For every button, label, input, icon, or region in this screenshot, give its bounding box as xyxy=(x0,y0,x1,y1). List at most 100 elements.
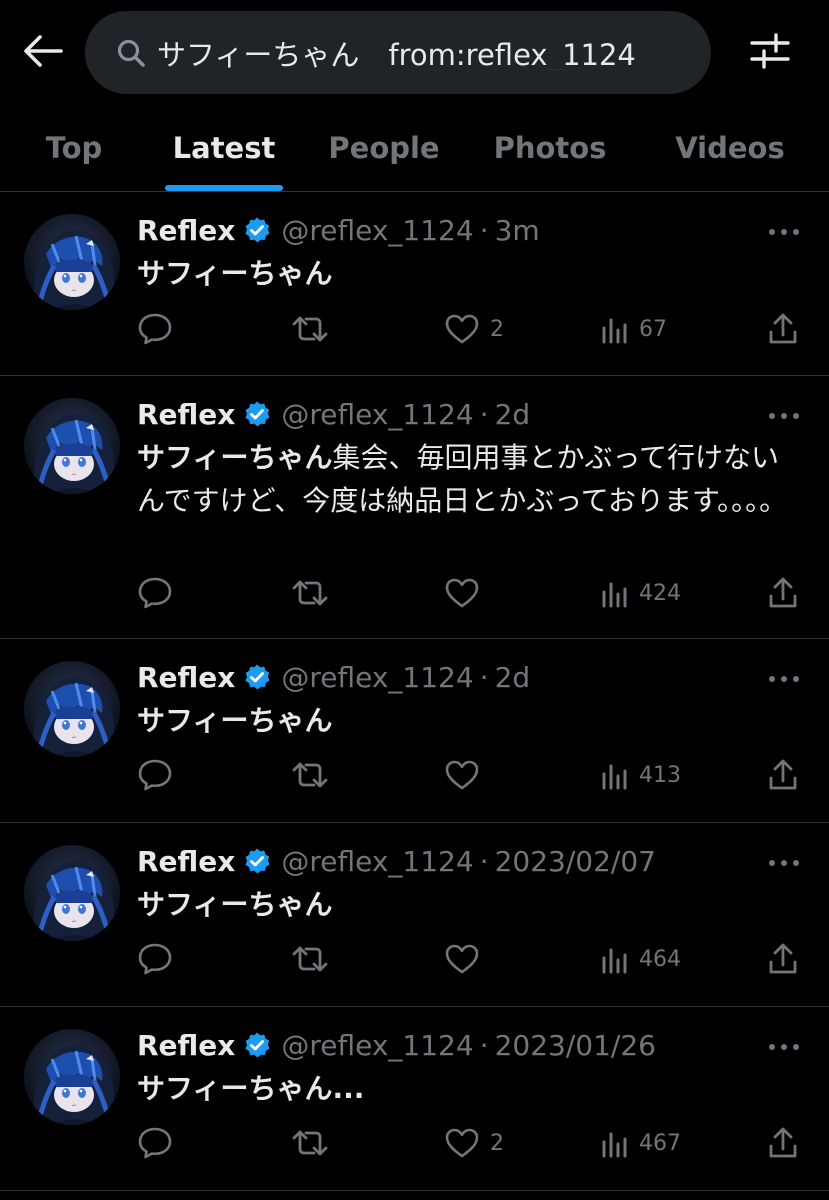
tweet[interactable]: Reflex @reflex_1124 · 2d サフィーちゃん 413 xyxy=(0,639,829,823)
like-button[interactable]: 2 xyxy=(444,309,504,349)
tab-latest[interactable]: Latest xyxy=(160,104,288,191)
tweet-text: サフィーちゃん集会、毎回用事とかぶって行けないんですけど、今度は納品日とかぶって… xyxy=(137,436,807,522)
reply-button[interactable] xyxy=(137,1123,173,1163)
tab-people[interactable]: People xyxy=(322,104,446,191)
back-button[interactable] xyxy=(20,30,66,76)
tab-videos[interactable]: Videos xyxy=(668,104,792,191)
like-button[interactable]: 2 xyxy=(444,1123,504,1163)
avatar[interactable] xyxy=(24,845,120,941)
avatar[interactable] xyxy=(24,661,120,757)
author-name[interactable]: Reflex xyxy=(137,661,235,694)
tab-top[interactable]: Top xyxy=(24,104,124,191)
reply-button[interactable] xyxy=(137,309,173,349)
views-button[interactable]: 467 xyxy=(601,1123,681,1163)
retweet-button[interactable] xyxy=(290,573,330,613)
separator-dot: · xyxy=(479,213,489,247)
more-icon xyxy=(768,668,800,687)
verified-badge-icon xyxy=(243,847,271,875)
separator-dot: · xyxy=(479,397,489,431)
avatar[interactable] xyxy=(24,1029,120,1125)
author-name[interactable]: Reflex xyxy=(137,214,235,247)
retweet-button[interactable] xyxy=(290,939,330,979)
views-button[interactable]: 67 xyxy=(601,309,667,349)
heart-icon xyxy=(444,943,480,975)
like-button[interactable] xyxy=(444,755,490,795)
reply-icon xyxy=(137,758,173,792)
tweet[interactable]: Reflex @reflex_1124 · 2023/01/26 サフィーちゃん… xyxy=(0,1007,829,1191)
tweet-actions: 424 xyxy=(137,573,807,613)
tweet[interactable]: Reflex @reflex_1124 · 2023/02/07 サフィーちゃん… xyxy=(0,823,829,1007)
more-button[interactable] xyxy=(767,400,801,428)
avatar[interactable] xyxy=(24,214,120,310)
retweet-button[interactable] xyxy=(290,755,330,795)
more-button[interactable] xyxy=(767,1031,801,1059)
share-icon xyxy=(767,312,799,346)
tab-label: Videos xyxy=(675,130,785,165)
tweet-header: Reflex @reflex_1124 · 2023/02/07 xyxy=(137,841,656,881)
tweet-text: サフィーちゃん xyxy=(137,699,807,742)
author-handle[interactable]: @reflex_1124 xyxy=(281,661,473,694)
heart-icon xyxy=(444,577,480,609)
search-bar[interactable] xyxy=(85,11,711,94)
reply-icon xyxy=(137,576,173,610)
author-name[interactable]: Reflex xyxy=(137,1029,235,1062)
search-filter-button[interactable] xyxy=(746,30,794,76)
view-count: 67 xyxy=(639,316,667,342)
tweet[interactable]: Reflex @reflex_1124 · 2d サフィーちゃん集会、毎回用事と… xyxy=(0,376,829,639)
more-button[interactable] xyxy=(767,216,801,244)
separator-dot: · xyxy=(479,844,489,878)
retweet-button[interactable] xyxy=(290,1123,330,1163)
tweet-feed: Reflex @reflex_1124 · 3m サフィーちゃん 2 67 Re… xyxy=(0,192,829,1191)
share-button[interactable] xyxy=(767,1123,799,1163)
tweet-text: サフィーちゃん xyxy=(137,883,807,926)
tweet-header: Reflex @reflex_1124 · 2023/01/26 xyxy=(137,1025,656,1065)
reply-button[interactable] xyxy=(137,755,173,795)
separator-dot: · xyxy=(479,1028,489,1062)
tab-label: People xyxy=(328,130,440,165)
timestamp[interactable]: 2d xyxy=(495,661,531,694)
verified-badge-icon xyxy=(243,400,271,428)
share-icon xyxy=(767,942,799,976)
more-button[interactable] xyxy=(767,847,801,875)
search-input[interactable] xyxy=(157,35,697,70)
author-handle[interactable]: @reflex_1124 xyxy=(281,214,473,247)
like-count: 2 xyxy=(490,1130,504,1156)
author-handle[interactable]: @reflex_1124 xyxy=(281,398,473,431)
tweet[interactable]: Reflex @reflex_1124 · 3m サフィーちゃん 2 67 xyxy=(0,192,829,376)
author-handle[interactable]: @reflex_1124 xyxy=(281,1029,473,1062)
view-count: 467 xyxy=(639,1130,681,1156)
reply-icon xyxy=(137,942,173,976)
timestamp[interactable]: 2023/02/07 xyxy=(495,845,656,878)
author-name[interactable]: Reflex xyxy=(137,845,235,878)
author-name[interactable]: Reflex xyxy=(137,398,235,431)
share-button[interactable] xyxy=(767,939,799,979)
separator-dot: · xyxy=(479,660,489,694)
retweet-button[interactable] xyxy=(290,309,330,349)
retweet-icon xyxy=(290,1127,330,1159)
tweet-actions: 464 xyxy=(137,939,807,979)
timestamp[interactable]: 2023/01/26 xyxy=(495,1029,656,1062)
views-button[interactable]: 424 xyxy=(601,573,681,613)
share-button[interactable] xyxy=(767,755,799,795)
share-button[interactable] xyxy=(767,309,799,349)
share-button[interactable] xyxy=(767,573,799,613)
more-button[interactable] xyxy=(767,663,801,691)
author-handle[interactable]: @reflex_1124 xyxy=(281,845,473,878)
like-button[interactable] xyxy=(444,939,490,979)
search-tabs: Top Latest People Photos Videos xyxy=(0,104,829,192)
heart-icon xyxy=(444,759,480,791)
like-button[interactable] xyxy=(444,573,490,613)
tweet-actions: 413 xyxy=(137,755,807,795)
heart-icon xyxy=(444,1127,480,1159)
tab-label: Latest xyxy=(172,130,276,165)
timestamp[interactable]: 2d xyxy=(495,398,531,431)
reply-button[interactable] xyxy=(137,573,173,613)
reply-button[interactable] xyxy=(137,939,173,979)
timestamp[interactable]: 3m xyxy=(495,214,540,247)
avatar[interactable] xyxy=(24,398,120,494)
views-button[interactable]: 413 xyxy=(601,755,681,795)
tab-label: Photos xyxy=(493,130,607,165)
tab-photos[interactable]: Photos xyxy=(486,104,614,191)
views-button[interactable]: 464 xyxy=(601,939,681,979)
retweet-icon xyxy=(290,943,330,975)
